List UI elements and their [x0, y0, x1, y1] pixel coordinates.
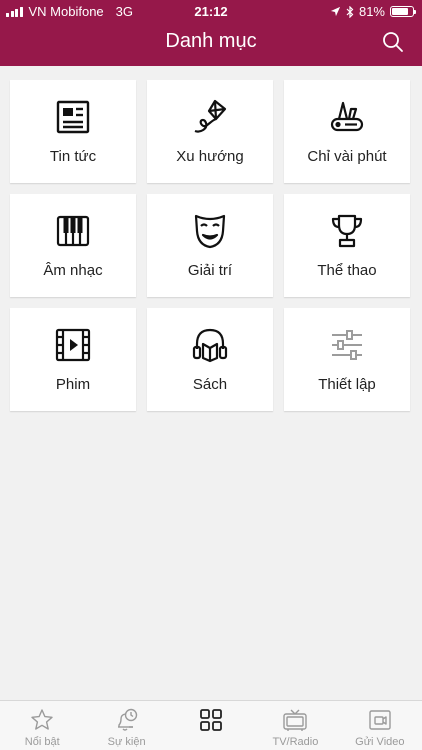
tv-icon	[283, 709, 308, 731]
bluetooth-icon	[346, 5, 354, 18]
category-label: Phim	[55, 376, 91, 393]
news-icon	[56, 100, 90, 134]
category-few-minutes[interactable]: Chỉ vài phút	[284, 80, 410, 183]
category-sports[interactable]: Thể thao	[284, 194, 410, 297]
pocket-knife-icon	[330, 101, 364, 132]
location-arrow-icon	[330, 6, 341, 17]
category-label: Giải trí	[187, 262, 233, 279]
category-label: Tin tức	[49, 148, 97, 165]
category-books[interactable]: Sách	[147, 308, 273, 411]
category-label: Chỉ vài phút	[307, 148, 387, 165]
tab-send-video[interactable]: Gửi Video	[338, 701, 422, 750]
mask-icon	[194, 214, 226, 249]
category-grid: Tin tức Xu hướng Chỉ vài phút Âm nhạc Gi…	[10, 80, 410, 411]
battery-icon	[390, 6, 416, 17]
battery-percent: 81%	[358, 4, 385, 19]
battery-fill	[392, 8, 409, 15]
send-video-icon	[369, 710, 391, 730]
category-label: Âm nhạc	[43, 262, 103, 279]
category-label: Thiết lập	[318, 376, 376, 393]
film-icon	[55, 328, 91, 362]
search-icon[interactable]	[382, 31, 404, 53]
status-right: 81%	[330, 4, 416, 19]
tab-label: Nổi bật	[24, 736, 60, 748]
tab-featured[interactable]: Nổi bật	[0, 701, 84, 750]
kite-icon	[194, 99, 227, 133]
category-label: Thể thao	[317, 262, 377, 279]
status-bar: VN Mobifone 3G 21:12 81%	[0, 0, 422, 22]
category-movies[interactable]: Phim	[10, 308, 136, 411]
audiobook-icon	[192, 328, 228, 363]
bell-clock-icon	[117, 708, 137, 731]
tab-label: Gửi Video	[355, 736, 405, 748]
star-icon	[31, 709, 53, 730]
category-trends[interactable]: Xu hướng	[147, 80, 273, 183]
tab-label: TV/Radio	[272, 736, 319, 748]
category-music[interactable]: Âm nhạc	[10, 194, 136, 297]
category-label: Sách	[192, 376, 228, 393]
category-settings[interactable]: Thiết lập	[284, 308, 410, 411]
grid-icon	[200, 709, 222, 731]
piano-icon	[56, 215, 90, 247]
category-entertainment[interactable]: Giải trí	[147, 194, 273, 297]
trophy-icon	[331, 214, 363, 248]
tab-bar: Nổi bật Sự kiện TV/Radio Gửi Video	[0, 700, 422, 750]
tab-events[interactable]: Sự kiện	[84, 701, 168, 750]
tab-label: Sự kiện	[107, 736, 146, 748]
category-news[interactable]: Tin tức	[10, 80, 136, 183]
category-label: Xu hướng	[176, 148, 244, 165]
top-bar: VN Mobifone 3G 21:12 81% Danh mục	[0, 0, 422, 66]
tab-categories[interactable]	[169, 701, 253, 750]
page-title: Danh mục	[165, 30, 257, 52]
tab-tv-radio[interactable]: TV/Radio	[253, 701, 337, 750]
sliders-icon	[332, 330, 362, 360]
